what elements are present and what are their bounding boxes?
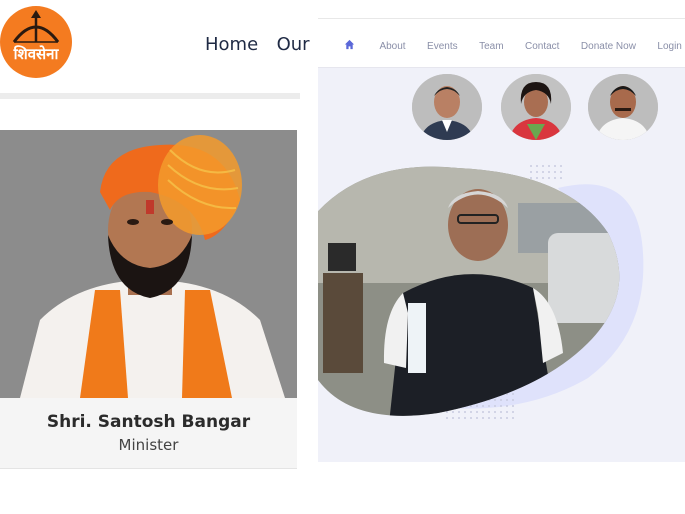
- team-site-panel: About Events Team Contact Donate Now Log…: [318, 18, 685, 462]
- profile-name: Shri. Santosh Bangar: [46, 412, 251, 432]
- hero-section: [318, 158, 685, 462]
- shivsena-logo[interactable]: शिवसेना: [0, 6, 72, 78]
- minister-portrait-illustration: [0, 130, 297, 398]
- nav-contact[interactable]: Contact: [525, 41, 559, 52]
- bow-arrow-icon: [12, 10, 60, 43]
- party-site-panel: शिवसेना Home Our Shri. Santosh Bangar Mi…: [0, 0, 318, 514]
- top-navbar: About Events Team Contact Donate Now Log…: [318, 18, 685, 68]
- nav-events[interactable]: Events: [427, 41, 458, 52]
- header-divider: [0, 93, 300, 99]
- hero-illustration: [318, 158, 644, 423]
- nav-about[interactable]: About: [379, 41, 405, 52]
- nav-our-link[interactable]: Our: [277, 34, 310, 55]
- profile-caption: Shri. Santosh Bangar Minister: [0, 398, 297, 469]
- left-nav: Home Our: [205, 34, 318, 55]
- nav-home-link[interactable]: Home: [205, 34, 258, 55]
- nav-login[interactable]: Login: [657, 41, 681, 52]
- nav-list: About Events Team Contact Donate Now Log…: [344, 36, 685, 54]
- team-avatar[interactable]: [412, 74, 482, 140]
- team-avatar[interactable]: [588, 74, 658, 140]
- team-avatar[interactable]: [501, 74, 571, 140]
- nav-team[interactable]: Team: [479, 41, 503, 52]
- minister-photo: [0, 130, 297, 398]
- nav-donate-now[interactable]: Donate Now: [581, 41, 636, 52]
- profile-role: Minister: [118, 436, 179, 454]
- home-icon[interactable]: [344, 38, 355, 52]
- logo-text: शिवसेना: [13, 45, 59, 63]
